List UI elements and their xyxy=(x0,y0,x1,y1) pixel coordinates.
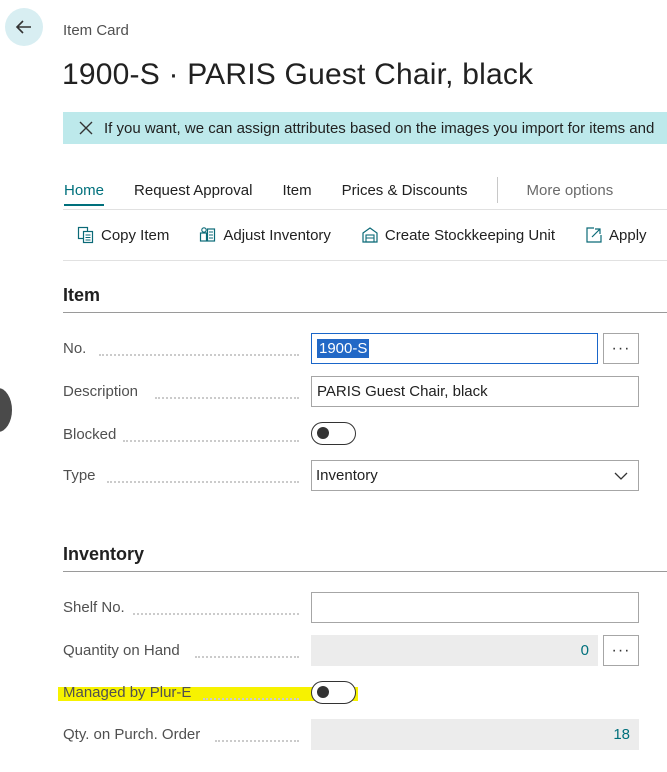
back-button[interactable] xyxy=(5,8,43,46)
apply-template-label: Apply xyxy=(609,226,647,244)
field-label-blocked: Blocked xyxy=(63,426,303,446)
item-no-value: 1900-S xyxy=(317,339,370,358)
create-stockkeeping-unit-button[interactable]: Create Stockkeeping Unit xyxy=(361,226,555,244)
toggle-knob xyxy=(317,686,329,698)
field-label-no: No. xyxy=(63,340,303,360)
apply-template-button[interactable]: Apply xyxy=(585,226,647,244)
banner-text: If you want, we can assign attributes ba… xyxy=(104,119,655,137)
shelf-no-field[interactable] xyxy=(311,592,639,623)
quantity-on-hand-value: 0 xyxy=(580,642,589,659)
quantity-on-hand-lookup-button[interactable]: ··· xyxy=(603,635,639,666)
copy-icon xyxy=(77,226,94,244)
section-title-inventory: Inventory xyxy=(63,544,145,564)
type-select[interactable]: Inventory xyxy=(311,460,639,491)
item-no-field[interactable]: 1900-S xyxy=(311,333,598,364)
field-label-type: Type xyxy=(63,467,303,487)
description-field[interactable]: PARIS Guest Chair, black xyxy=(311,376,639,407)
more-options-button[interactable]: More options xyxy=(527,182,614,199)
adjust-inventory-label: Adjust Inventory xyxy=(223,226,331,244)
description-value: PARIS Guest Chair, black xyxy=(317,383,488,400)
field-label-qty-on-purch-order: Qty. on Purch. Order xyxy=(63,726,303,746)
breadcrumb: Item Card xyxy=(63,22,129,39)
copy-item-label: Copy Item xyxy=(101,226,170,244)
page-title: 1900-S · PARIS Guest Chair, black xyxy=(62,58,534,91)
action-tabs: Home Request Approval Item Prices & Disc… xyxy=(63,177,614,206)
tab-item[interactable]: Item xyxy=(282,182,311,199)
field-label-quantity-on-hand: Quantity on Hand xyxy=(63,642,303,662)
tabs-divider xyxy=(63,209,667,210)
attributes-banner: If you want, we can assign attributes ba… xyxy=(63,112,667,144)
tab-prices-discounts[interactable]: Prices & Discounts xyxy=(342,182,468,199)
tab-request-approval[interactable]: Request Approval xyxy=(134,182,252,199)
qty-on-purch-order-value: 18 xyxy=(613,726,630,743)
tab-home[interactable]: Home xyxy=(64,182,105,206)
section-rule-item xyxy=(63,312,667,313)
tab-separator xyxy=(496,177,498,203)
field-label-description: Description xyxy=(63,383,303,403)
adjust-inventory-button[interactable]: Adjust Inventory xyxy=(199,226,331,244)
command-bar: Copy Item Adjust Inventory Create Stockk… xyxy=(77,226,667,244)
chevron-down-icon xyxy=(614,472,628,480)
field-label-managed-by-plur-e: Managed by Plur-E xyxy=(63,684,303,704)
quantity-on-hand-field[interactable]: 0 xyxy=(311,635,598,666)
section-title-item: Item xyxy=(63,285,101,305)
copy-item-button[interactable]: Copy Item xyxy=(77,226,169,244)
stockkeeping-icon xyxy=(362,227,378,243)
item-no-lookup-button[interactable]: ··· xyxy=(603,333,639,364)
command-bar-divider xyxy=(63,260,667,261)
type-value: Inventory xyxy=(316,467,378,484)
managed-by-plur-e-toggle[interactable] xyxy=(311,681,356,704)
toggle-knob xyxy=(317,427,329,439)
field-label-shelf-no: Shelf No. xyxy=(63,599,303,619)
apply-template-icon xyxy=(586,227,602,243)
close-icon[interactable] xyxy=(77,119,95,137)
qty-on-purch-order-field[interactable]: 18 xyxy=(311,719,639,750)
side-panel-handle[interactable] xyxy=(0,388,12,432)
create-stockkeeping-unit-label: Create Stockkeeping Unit xyxy=(384,226,556,244)
arrow-left-icon xyxy=(15,20,31,34)
section-rule-inventory xyxy=(63,571,667,572)
adjust-inventory-icon xyxy=(200,227,216,242)
blocked-toggle[interactable] xyxy=(311,422,356,445)
